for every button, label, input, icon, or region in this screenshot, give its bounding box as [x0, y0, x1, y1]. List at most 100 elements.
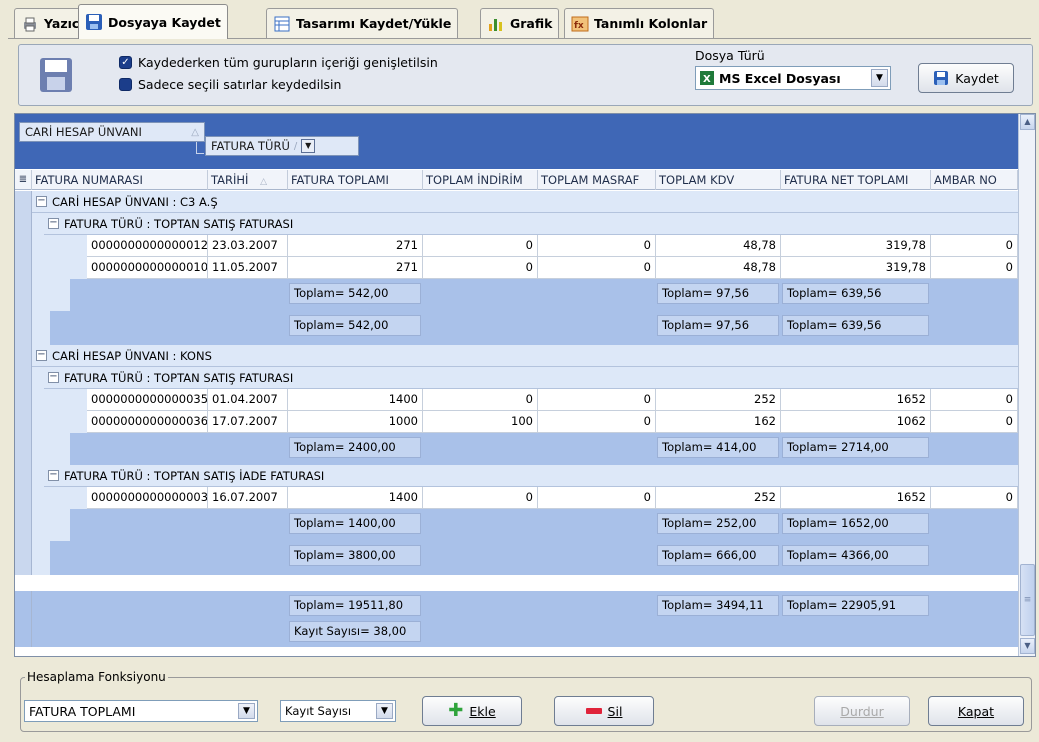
table-cell[interactable]: 100: [423, 411, 538, 433]
table-cell[interactable]: 1062: [781, 411, 931, 433]
column-select[interactable]: FATURA TOPLAMI ▼: [24, 700, 258, 722]
scroll-thumb[interactable]: ≡: [1020, 564, 1035, 636]
table-cell[interactable]: 319,78: [781, 257, 931, 279]
row-indicator[interactable]: [15, 213, 32, 235]
summary-value: Toplam= 4366,00: [782, 545, 929, 566]
table-cell[interactable]: 0: [423, 389, 538, 411]
table-cell[interactable]: 0: [931, 257, 1018, 279]
table-cell[interactable]: 0000000000000010: [87, 257, 208, 279]
scroll-up-icon[interactable]: ▲: [1020, 114, 1035, 130]
stop-button[interactable]: Durdur: [814, 696, 910, 726]
column-header-invoice-total[interactable]: FATURA TOPLAMI: [288, 170, 423, 190]
tab-chart[interactable]: Grafik: [480, 8, 560, 38]
row-indicator[interactable]: [15, 311, 32, 345]
table-cell[interactable]: 271: [288, 257, 423, 279]
table-cell[interactable]: 271: [288, 235, 423, 257]
column-header-total-vat[interactable]: TOPLAM KDV: [656, 170, 781, 190]
row-indicator[interactable]: [15, 279, 32, 311]
vertical-scrollbar[interactable]: ▲ ≡ ▼: [1018, 114, 1035, 656]
collapse-icon[interactable]: −: [48, 372, 59, 383]
table-cell[interactable]: 0: [931, 389, 1018, 411]
table-cell[interactable]: 0: [538, 389, 656, 411]
table-cell[interactable]: 48,78: [656, 257, 781, 279]
function-select[interactable]: Kayıt Sayısı ▼: [280, 700, 396, 722]
row-indicator[interactable]: [15, 191, 32, 213]
row-indicator[interactable]: [15, 509, 32, 541]
table-cell[interactable]: 1652: [781, 389, 931, 411]
table-cell[interactable]: 252: [656, 389, 781, 411]
table-cell[interactable]: 01.04.2007: [208, 389, 288, 411]
table-cell[interactable]: 1400: [288, 389, 423, 411]
chevron-down-icon[interactable]: ▼: [238, 703, 255, 719]
row-indicator[interactable]: [15, 465, 32, 487]
selected-rows-checkbox[interactable]: Sadece seçili satırlar keydedilsin: [119, 77, 341, 92]
table-cell[interactable]: 17.07.2007: [208, 411, 288, 433]
row-indicator[interactable]: [15, 389, 32, 411]
column-header-date[interactable]: TARİHİ △: [208, 170, 288, 190]
collapse-icon[interactable]: −: [36, 196, 47, 207]
table-cell[interactable]: 0000000000000012: [87, 235, 208, 257]
table-cell[interactable]: 23.03.2007: [208, 235, 288, 257]
table-cell[interactable]: 0: [538, 235, 656, 257]
column-chooser-icon[interactable]: ≣: [15, 170, 32, 190]
table-cell[interactable]: 162: [656, 411, 781, 433]
table-cell[interactable]: 0: [931, 235, 1018, 257]
table-cell[interactable]: 1652: [781, 487, 931, 509]
group-header-label: CARİ HESAP ÜNVANI : KONS: [52, 348, 212, 363]
table-cell[interactable]: 0000000000000036: [87, 411, 208, 433]
group-chip-account-title[interactable]: CARİ HESAP ÜNVANI △: [19, 122, 205, 142]
column-header-total-expense[interactable]: TOPLAM MASRAF: [538, 170, 656, 190]
chevron-down-icon[interactable]: ▼: [376, 703, 393, 719]
tab-save-to-file[interactable]: Dosyaya Kaydet: [78, 4, 228, 39]
group-header[interactable]: − CARİ HESAP ÜNVANI : C3 A.Ş: [32, 191, 1018, 213]
table-cell[interactable]: 252: [656, 487, 781, 509]
row-indicator[interactable]: [15, 367, 32, 389]
table-cell[interactable]: 319,78: [781, 235, 931, 257]
table-cell[interactable]: 0: [538, 411, 656, 433]
row-indicator[interactable]: [15, 345, 32, 367]
chevron-down-icon[interactable]: ▼: [871, 69, 888, 87]
column-header-total-discount[interactable]: TOPLAM İNDİRİM: [423, 170, 538, 190]
group-header[interactable]: − FATURA TÜRÜ : TOPTAN SATIŞ FATURASI: [44, 367, 1018, 389]
table-cell[interactable]: 0: [931, 411, 1018, 433]
row-indicator[interactable]: [15, 257, 32, 279]
table-cell[interactable]: 11.05.2007: [208, 257, 288, 279]
table-cell[interactable]: 0: [423, 235, 538, 257]
scroll-down-icon[interactable]: ▼: [1020, 638, 1035, 654]
add-button[interactable]: ✚ Ekle: [422, 696, 522, 726]
row-indicator[interactable]: [15, 235, 32, 257]
column-header-invoice-number[interactable]: FATURA NUMARASI: [32, 170, 208, 190]
table-cell[interactable]: 0000000000000003: [87, 487, 208, 509]
table-cell[interactable]: 0: [538, 487, 656, 509]
table-cell[interactable]: 0: [538, 257, 656, 279]
table-cell[interactable]: 0000000000000035: [87, 389, 208, 411]
table-cell[interactable]: 0: [423, 257, 538, 279]
file-type-select[interactable]: X MS Excel Dosyası ▼: [695, 66, 891, 90]
table-cell[interactable]: 16.07.2007: [208, 487, 288, 509]
group-header[interactable]: − CARİ HESAP ÜNVANI : KONS: [32, 345, 1018, 367]
group-header[interactable]: − FATURA TÜRÜ : TOPTAN SATIŞ İADE FATURAS…: [44, 465, 1018, 487]
column-header-net-total[interactable]: FATURA NET TOPLAMI: [781, 170, 931, 190]
group-chip-invoice-type[interactable]: FATURA TÜRÜ / ▼: [205, 136, 359, 156]
tab-design-save-load[interactable]: Tasarımı Kaydet/Yükle: [266, 8, 459, 38]
table-cell[interactable]: 1400: [288, 487, 423, 509]
filter-dropdown-icon[interactable]: ▼: [301, 139, 316, 153]
save-button[interactable]: Kaydet: [918, 63, 1014, 93]
column-header-warehouse-no[interactable]: AMBAR NO: [931, 170, 1018, 190]
close-button[interactable]: Kapat: [928, 696, 1024, 726]
table-cell[interactable]: 48,78: [656, 235, 781, 257]
collapse-icon[interactable]: −: [48, 470, 59, 481]
table-cell[interactable]: 1000: [288, 411, 423, 433]
tab-defined-columns[interactable]: fx Tanımlı Kolonlar: [564, 8, 715, 38]
table-cell[interactable]: 0: [931, 487, 1018, 509]
expand-groups-checkbox[interactable]: ✓ Kaydederken tüm gurupların içeriği gen…: [119, 55, 438, 70]
row-indicator[interactable]: [15, 411, 32, 433]
row-indicator[interactable]: [15, 541, 32, 575]
row-indicator[interactable]: [15, 487, 32, 509]
collapse-icon[interactable]: −: [48, 218, 59, 229]
table-cell[interactable]: 0: [423, 487, 538, 509]
group-header[interactable]: − FATURA TÜRÜ : TOPTAN SATIŞ FATURASI: [44, 213, 1018, 235]
delete-button[interactable]: Sil: [554, 696, 654, 726]
row-indicator[interactable]: [15, 433, 32, 465]
collapse-icon[interactable]: −: [36, 350, 47, 361]
